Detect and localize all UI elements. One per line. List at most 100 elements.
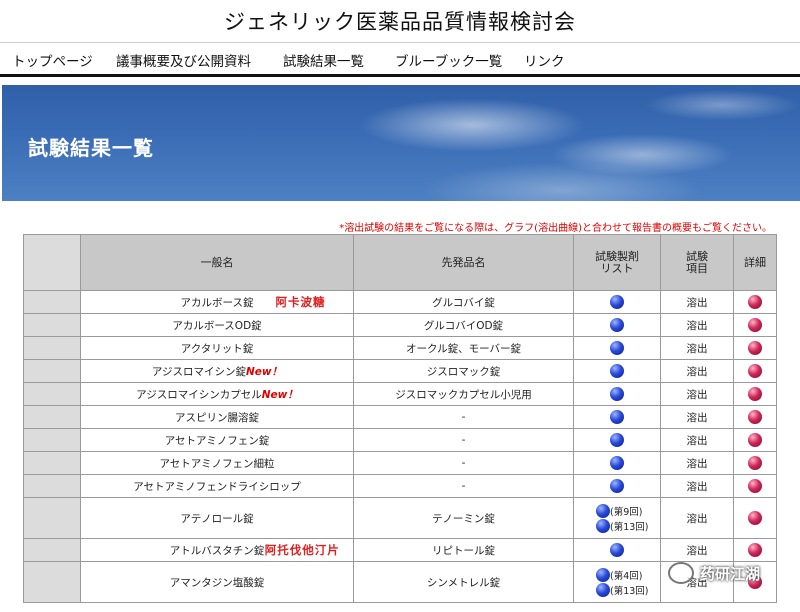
red-ball-icon[interactable] — [748, 364, 762, 378]
preparation-list-cell — [573, 359, 661, 383]
round-item: (第9回) — [596, 503, 642, 518]
generic-name-wrap: アスピリン腸溶錠 — [175, 410, 259, 425]
row-blank-cell — [23, 405, 81, 429]
red-ball-icon[interactable] — [748, 543, 762, 557]
generic-name: アカルボース錠 — [180, 296, 254, 309]
watermark-text: 药研江湖 — [700, 564, 761, 583]
preparation-list-cell — [573, 538, 661, 562]
generic-name-cell: アスピリン腸溶錠 — [80, 405, 354, 429]
row-blank-cell — [23, 538, 81, 562]
red-ball-icon[interactable] — [748, 295, 762, 309]
blue-ball-icon[interactable] — [610, 295, 624, 309]
generic-name: アセトアミノフェン錠 — [164, 434, 270, 447]
table-row: アマンタジン塩酸錠 シンメトレル錠 (第4回) (第13回) 溶出 — [23, 561, 777, 603]
table-row: アセトアミノフェン細粒 - 溶出 — [23, 451, 777, 475]
brand-name-cell: リピトール錠 — [353, 538, 574, 562]
generic-name: アテノロール錠 — [180, 512, 254, 525]
generic-name-wrap: アトルバスタチン錠 阿托伐他汀片 — [170, 543, 339, 558]
red-ball-icon[interactable] — [748, 456, 762, 470]
nav-test-results[interactable]: 試験結果一覧 — [283, 50, 364, 70]
test-item-cell: 溶出 — [660, 336, 734, 360]
red-ball-icon[interactable] — [748, 387, 762, 401]
brand-name-cell: - — [353, 474, 574, 498]
round-item: (第4回) — [596, 567, 642, 582]
blue-ball-icon[interactable] — [610, 456, 624, 470]
nav-minutes[interactable]: 議事概要及び公開資料 — [116, 50, 251, 70]
blue-ball-icon[interactable] — [596, 503, 610, 518]
generic-name-cell: アセトアミノフェンドライシロップ — [80, 474, 354, 498]
nav-top-page[interactable]: トップページ — [12, 50, 93, 70]
brand-name-cell: - — [353, 451, 574, 475]
preparation-list-cell — [573, 451, 661, 475]
blue-ball-icon[interactable] — [610, 387, 624, 401]
blue-ball-icon[interactable] — [596, 582, 610, 597]
blue-ball-icon[interactable] — [610, 318, 624, 332]
preparation-list-cell — [573, 428, 661, 452]
detail-cell — [733, 428, 777, 452]
page-banner: 試験結果一覧 — [2, 85, 800, 201]
generic-name-cell: アカルボース錠 阿卡波糖 — [80, 290, 354, 314]
brand-name-cell: テノーミン錠 — [353, 497, 574, 539]
table-row: アスピリン腸溶錠 - 溶出 — [23, 405, 777, 429]
table-row: アカルボース錠 阿卡波糖 グルコバイ錠 溶出 — [23, 290, 777, 314]
main-nav: トップページ 議事概要及び公開資料 試験結果一覧 ブルーブック一覧 リンク — [0, 43, 800, 75]
generic-name-cell: アセトアミノフェン細粒 — [80, 451, 354, 475]
red-ball-icon[interactable] — [748, 318, 762, 332]
blue-ball-icon[interactable] — [610, 433, 624, 447]
detail-cell — [733, 538, 777, 562]
nav-links[interactable]: リンク — [524, 50, 565, 70]
row-blank-cell — [23, 474, 81, 498]
table-row: アセトアミノフェン錠 - 溶出 — [23, 428, 777, 452]
detail-cell — [733, 313, 777, 337]
round-item: (第13回) — [596, 518, 649, 533]
blue-ball-icon[interactable] — [596, 567, 610, 582]
table-row: アカルボースOD錠 グルコバイOD錠 溶出 — [23, 313, 777, 337]
test-item-cell: 溶出 — [660, 451, 734, 475]
row-blank-cell — [23, 561, 81, 603]
header-detail: 詳細 — [733, 234, 777, 291]
red-ball-icon[interactable] — [748, 410, 762, 424]
test-item-cell: 溶出 — [660, 497, 734, 539]
generic-name-wrap: アカルボースOD錠 — [172, 318, 261, 333]
test-item-cell: 溶出 — [660, 405, 734, 429]
test-item-cell: 溶出 — [660, 428, 734, 452]
blue-ball-icon[interactable] — [610, 479, 624, 493]
generic-name-wrap: アテノロール錠 — [180, 511, 253, 526]
brand-name-cell: グルコバイOD錠 — [353, 313, 574, 337]
generic-name: アクタリット錠 — [180, 342, 254, 355]
test-item-cell: 溶出 — [660, 382, 734, 406]
red-ball-icon[interactable] — [748, 433, 762, 447]
red-ball-icon[interactable] — [748, 511, 762, 525]
generic-name-cell: アジスロマイシンカプセルNew！ — [80, 382, 354, 406]
preparation-list-cell — [573, 336, 661, 360]
detail-cell — [733, 497, 777, 539]
page-title: 試験結果一覧 — [28, 136, 154, 160]
generic-name-cell: アジスロマイシン錠New！ — [80, 359, 354, 383]
generic-name-wrap: アセトアミノフェン細粒 — [159, 456, 274, 471]
row-blank-cell — [23, 382, 81, 406]
blue-ball-icon[interactable] — [596, 518, 610, 533]
chinese-annotation: 阿卡波糖 — [275, 294, 326, 309]
generic-name-wrap: アマンタジン塩酸錠 — [170, 575, 265, 590]
blue-ball-icon[interactable] — [610, 543, 624, 557]
table-row: アトルバスタチン錠 阿托伐他汀片 リピトール錠 溶出 — [23, 538, 777, 562]
test-item-cell: 溶出 — [660, 474, 734, 498]
row-blank-cell — [23, 359, 81, 383]
header-brand-name: 先発品名 — [353, 234, 574, 291]
blue-ball-icon[interactable] — [610, 410, 624, 424]
blue-ball-icon[interactable] — [610, 364, 624, 378]
row-blank-cell — [23, 497, 81, 539]
preparation-list-cell — [573, 313, 661, 337]
detail-cell — [733, 382, 777, 406]
brand-name-cell: シンメトレル錠 — [353, 561, 574, 603]
blue-ball-icon[interactable] — [610, 341, 624, 355]
notice-text: *溶出試験の結果をご覧になる際は、グラフ(溶出曲線)と合わせて報告書の概要もご覧… — [339, 223, 772, 234]
table-header-row: 一般名 先発品名 試験製剤リスト 試験項目 詳細 — [23, 234, 777, 291]
generic-name-wrap: アカルボース錠 阿卡波糖 — [180, 295, 325, 310]
red-ball-icon[interactable] — [748, 341, 762, 355]
header-test-item-label: 試験項目 — [686, 249, 708, 275]
nav-blue-book[interactable]: ブルーブック一覧 — [395, 50, 502, 70]
red-ball-icon[interactable] — [748, 479, 762, 493]
detail-cell — [733, 290, 777, 314]
table-row: アジスロマイシンカプセルNew！ ジスロマックカプセル小児用 溶出 — [23, 382, 777, 406]
